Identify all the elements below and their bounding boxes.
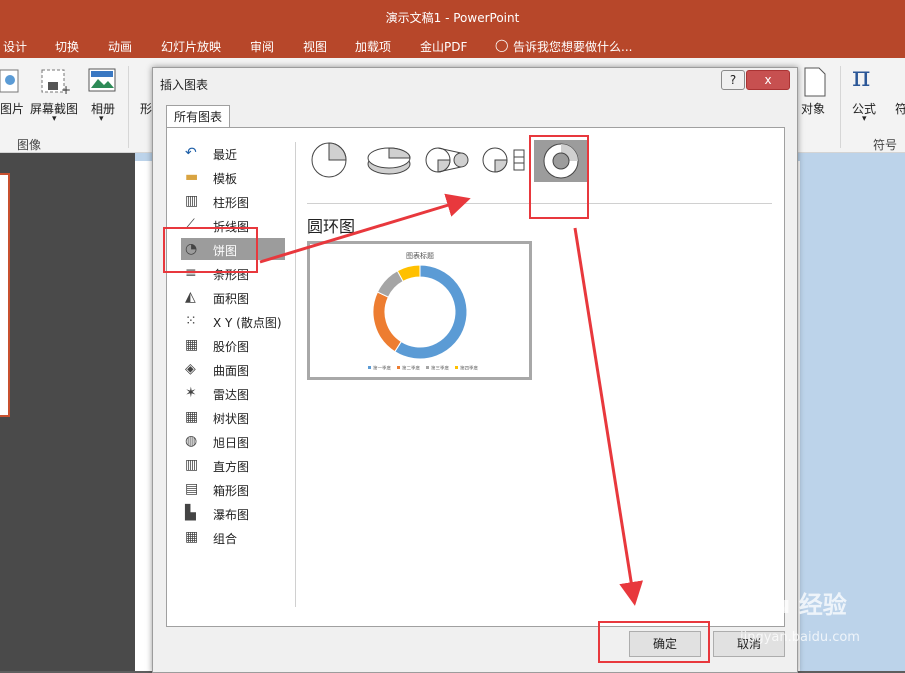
watermark-brand: Bai du 经验 xyxy=(705,591,847,619)
watermark-url: jingyan.baidu.com xyxy=(740,630,860,645)
arrow-to-ok xyxy=(573,227,644,606)
annotation-arrows xyxy=(259,193,644,606)
arrow-to-subtype xyxy=(259,193,471,264)
